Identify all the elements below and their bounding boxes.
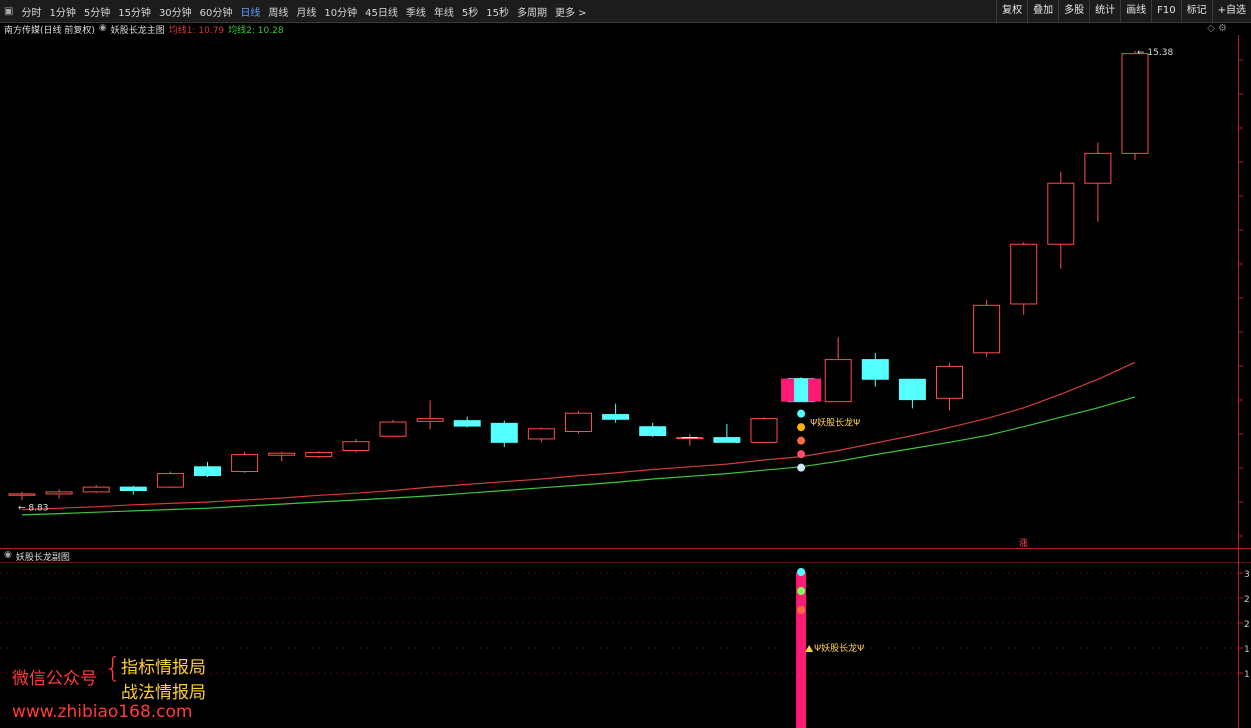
corner-mark: 涨 <box>1019 538 1028 549</box>
signal-label: Ψ妖股长龙Ψ <box>810 417 860 429</box>
candle-body-up <box>156 473 184 488</box>
candle-body-down <box>490 422 518 443</box>
signal-marker-icon <box>797 423 806 432</box>
candle-body-up <box>305 452 333 458</box>
signal-marker-icon <box>797 463 806 472</box>
candle-body-up <box>565 412 592 432</box>
candle-body-up <box>1121 53 1149 154</box>
signal-candle-body <box>794 378 809 402</box>
wm-line1: 指标情报局 <box>121 658 206 678</box>
candle-body-down <box>194 466 221 477</box>
candle-body-down <box>639 426 667 437</box>
high-price-label: ← 15.38 <box>1137 48 1173 58</box>
candle-body-up <box>379 421 407 437</box>
sub-axis-label: 1 <box>1244 670 1250 680</box>
sub-signal-label: Ψ妖股长龙Ψ <box>814 642 864 654</box>
low-price-label: ← 8.83 <box>18 503 48 513</box>
candle-body-down <box>898 378 926 401</box>
candle-body-up <box>973 304 1001 354</box>
wm-brace: { <box>104 651 122 684</box>
candle-body-up <box>231 454 259 473</box>
candle-body-down <box>119 486 147 492</box>
candle-body-up <box>527 428 555 440</box>
candle-body-up <box>1010 243 1038 305</box>
sub-signal-icon <box>797 587 806 595</box>
sub-signal-icon <box>797 606 806 614</box>
candle-body-up <box>824 359 852 403</box>
candle-body-up <box>1084 152 1112 184</box>
candle-body-up <box>45 491 73 495</box>
wm-left-label: 微信公众号 <box>12 669 97 689</box>
candle-body-up <box>1047 182 1075 245</box>
candle-body-up <box>936 365 963 399</box>
signal-marker-icon <box>797 450 806 459</box>
candle-body-up <box>416 418 444 422</box>
candle-body-down <box>861 359 889 380</box>
wm-line2: 战法情报局 <box>121 683 206 703</box>
ma1-line <box>21 361 1136 511</box>
candle-body-down <box>713 437 741 443</box>
candle-body-up <box>750 418 778 443</box>
sub-signal-bar <box>796 572 807 728</box>
kline-chart[interactable]: 3 2 2 1 1 ← 15.38 ← 8.83 Ψ妖股长龙Ψ 涨 Ψ妖股长龙Ψ <box>0 0 1251 728</box>
candle-body-up <box>82 486 110 493</box>
signal-marker-icon <box>797 436 806 445</box>
candle-body-down <box>602 414 630 420</box>
sub-signal-icon <box>797 568 806 576</box>
sub-axis-label: 3 <box>1244 570 1250 580</box>
candle-body-down <box>453 420 481 427</box>
sub-axis-label: 2 <box>1244 620 1250 630</box>
candle-body-up <box>268 452 296 456</box>
sub-axis-label: 2 <box>1244 595 1250 605</box>
signal-marker-icon <box>797 409 806 418</box>
candle-body-up <box>342 441 370 451</box>
sub-axis-label: 1 <box>1244 645 1250 655</box>
candle-body-up <box>8 493 36 496</box>
wm-url: www.zhibiao168.com <box>12 702 193 722</box>
